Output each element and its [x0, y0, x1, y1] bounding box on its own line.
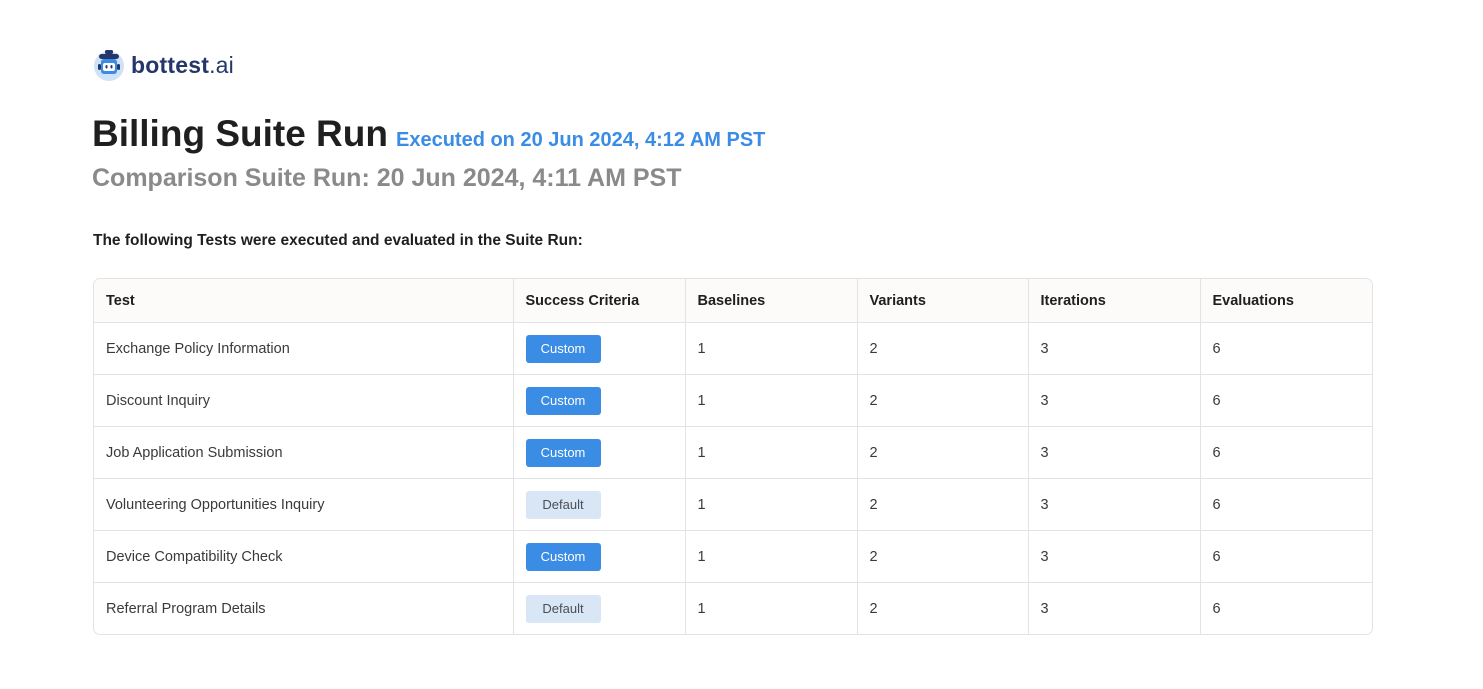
variants-count: 2	[857, 478, 1029, 531]
evaluations-count: 6	[1200, 374, 1372, 427]
evaluations-count: 6	[1200, 426, 1372, 479]
table-row: Referral Program Details Default 1 2 3 6	[94, 582, 1372, 634]
evaluations-count: 6	[1200, 478, 1372, 531]
criteria-badge-custom[interactable]: Custom	[525, 438, 601, 467]
robot-icon	[94, 50, 124, 81]
table-row: Exchange Policy Information Custom 1 2 3…	[94, 322, 1372, 375]
page-title: Billing Suite Run	[92, 113, 388, 154]
table-row: Volunteering Opportunities Inquiry Defau…	[94, 478, 1372, 531]
success-criteria-cell: Custom	[513, 530, 686, 583]
criteria-badge-default[interactable]: Default	[525, 594, 601, 623]
column-header-iterations: Iterations	[1028, 279, 1201, 323]
criteria-badge-default[interactable]: Default	[525, 490, 601, 519]
tests-table: Test Success Criteria Baselines Variants…	[93, 278, 1373, 635]
table-row: Device Compatibility Check Custom 1 2 3 …	[94, 530, 1372, 583]
table-row: Discount Inquiry Custom 1 2 3 6	[94, 374, 1372, 427]
success-criteria-cell: Custom	[513, 426, 686, 479]
success-criteria-cell: Custom	[513, 374, 686, 427]
intro-text: The following Tests were executed and ev…	[93, 232, 583, 249]
success-criteria-cell: Default	[513, 478, 686, 531]
column-header-test: Test	[94, 279, 514, 323]
brand-name-suffix: .ai	[209, 51, 234, 78]
baselines-count: 1	[685, 374, 858, 427]
baselines-count: 1	[685, 322, 858, 375]
evaluations-count: 6	[1200, 530, 1372, 583]
test-name: Exchange Policy Information	[94, 322, 514, 375]
column-header-baselines: Baselines	[685, 279, 858, 323]
criteria-badge-custom[interactable]: Custom	[525, 334, 601, 363]
iterations-count: 3	[1028, 582, 1201, 634]
evaluations-count: 6	[1212, 600, 1221, 617]
title-row: Billing Suite Run Executed on 20 Jun 202…	[92, 113, 765, 155]
executed-timestamp: Executed on 20 Jun 2024, 4:12 AM PST	[395, 129, 766, 151]
evaluations-count: 6	[1200, 322, 1372, 375]
baselines-count: 1	[685, 582, 858, 634]
variants-count: 2	[857, 530, 1029, 583]
test-name: Job Application Submission	[94, 426, 514, 479]
success-criteria-cell: Custom	[513, 322, 686, 375]
baselines-count: 1	[685, 426, 858, 479]
criteria-badge-custom[interactable]: Custom	[525, 386, 601, 415]
baselines-count: 1	[685, 478, 858, 531]
iterations-count: 3	[1028, 322, 1201, 375]
variants-count: 2	[857, 426, 1029, 479]
test-name: Discount Inquiry	[94, 374, 514, 427]
iterations-count: 3	[1028, 374, 1201, 427]
column-header-evaluations: Evaluations	[1200, 279, 1372, 323]
brand-name-main: bottest	[131, 51, 210, 78]
variants-count: 2	[857, 322, 1029, 375]
test-name: Device Compatibility Check	[94, 530, 514, 583]
iterations-count: 3	[1028, 530, 1201, 583]
criteria-badge-custom[interactable]: Custom	[525, 542, 601, 571]
test-name: Volunteering Opportunities Inquiry	[94, 478, 514, 531]
iterations-count: 3	[1028, 478, 1201, 531]
iterations-count: 3	[1028, 426, 1201, 479]
brand-logo[interactable]: bottest.ai	[93, 48, 234, 82]
brand-name: bottest.ai	[131, 51, 234, 78]
baselines-count: 1	[685, 530, 858, 583]
column-header-success-criteria: Success Criteria	[513, 279, 686, 323]
variants-count: 2	[857, 374, 1029, 427]
comparison-suite-run: Comparison Suite Run: 20 Jun 2024, 4:11 …	[92, 164, 682, 192]
column-header-variants: Variants	[857, 279, 1029, 323]
variants-count: 2	[857, 582, 1029, 634]
test-name: Referral Program Details	[94, 582, 514, 634]
success-criteria-cell: Default	[513, 582, 686, 634]
table-header-row: Test Success Criteria Baselines Variants…	[94, 279, 1372, 323]
table-row: Job Application Submission Custom 1 2 3 …	[94, 426, 1372, 479]
